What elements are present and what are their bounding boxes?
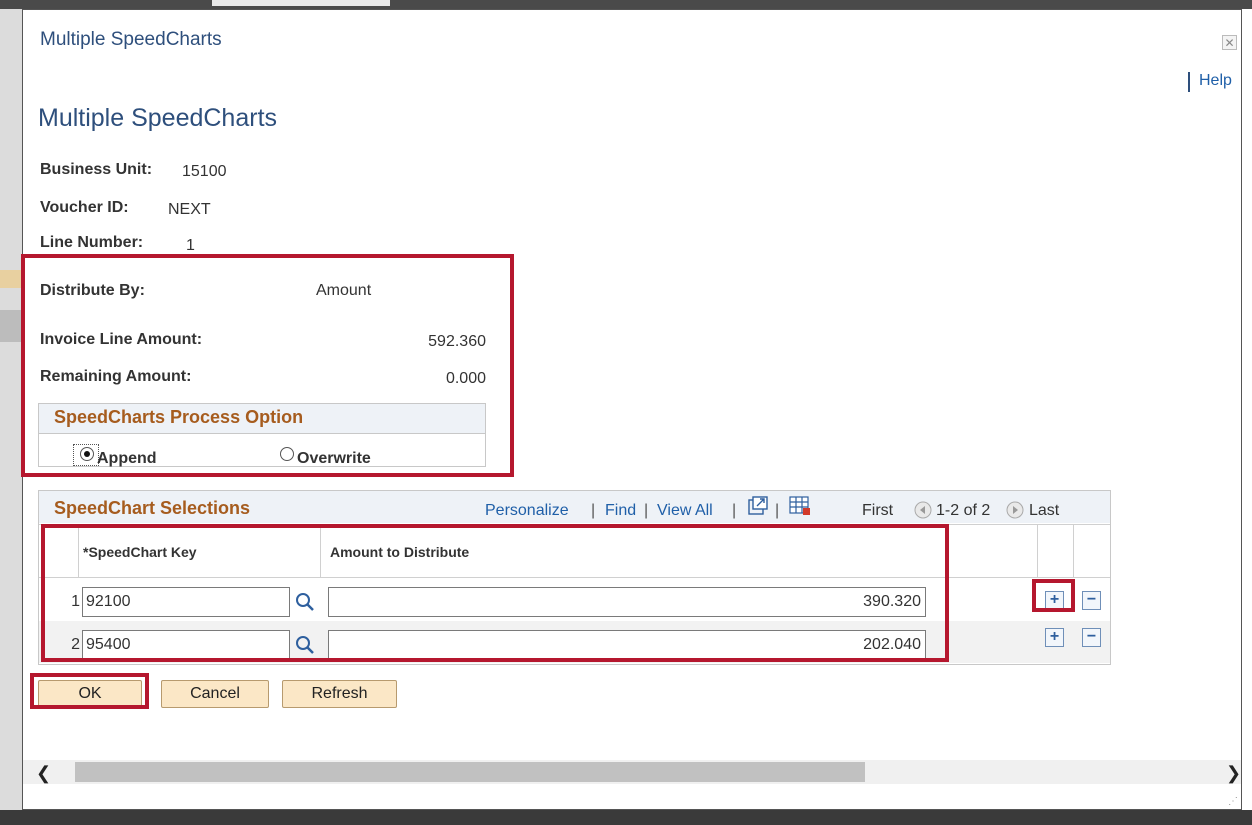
chevron-left-icon[interactable] — [914, 501, 932, 519]
toolbar-separator: | — [775, 502, 780, 519]
annotation-box-grid — [41, 524, 949, 662]
first-label[interactable]: First — [862, 502, 893, 520]
voucher-id-value: NEXT — [168, 201, 211, 218]
personalize-link[interactable]: Personalize — [485, 502, 569, 520]
modal-title: Multiple SpeedCharts — [40, 29, 222, 50]
backdrop-page-bottom — [0, 810, 1252, 825]
find-link[interactable]: Find — [605, 502, 636, 520]
close-icon: ✕ — [1224, 36, 1235, 50]
backdrop-page — [0, 0, 1252, 9]
column-divider — [1073, 525, 1074, 577]
help-separator — [1188, 72, 1190, 92]
close-button[interactable]: ✕ — [1222, 35, 1237, 50]
last-label[interactable]: Last — [1029, 502, 1059, 520]
scroll-right-icon[interactable]: ❯ — [1226, 763, 1241, 784]
chevron-right-icon[interactable] — [1006, 501, 1024, 519]
backdrop-field — [212, 0, 390, 6]
toolbar-separator: | — [644, 502, 649, 519]
line-number-value: 1 — [186, 237, 195, 254]
scroll-left-icon[interactable]: ❮ — [36, 763, 51, 784]
resize-grip-icon[interactable]: ⋰ — [1228, 796, 1238, 807]
page-title: Multiple SpeedCharts — [38, 104, 278, 132]
toolbar-separator: | — [732, 502, 737, 519]
toolbar-separator: | — [591, 502, 596, 519]
business-unit-value: 15100 — [182, 163, 227, 180]
voucher-id-label: Voucher ID: — [40, 199, 129, 216]
view-all-link[interactable]: View All — [657, 502, 713, 520]
backdrop-band — [0, 310, 22, 342]
page-range: 1-2 of 2 — [936, 502, 991, 519]
cancel-button[interactable]: Cancel — [161, 680, 269, 708]
add-row-button[interactable]: + — [1045, 628, 1064, 647]
new-window-icon[interactable] — [748, 496, 768, 516]
business-unit-label: Business Unit: — [40, 161, 153, 178]
refresh-button[interactable]: Refresh — [282, 680, 397, 708]
annotation-box-ok — [30, 673, 149, 709]
backdrop-band — [0, 270, 22, 288]
grid-download-icon[interactable] — [789, 496, 811, 516]
line-number-label: Line Number: — [40, 234, 144, 251]
delete-row-button[interactable]: − — [1082, 591, 1101, 610]
annotation-box-header-info — [21, 254, 514, 477]
delete-row-button[interactable]: − — [1082, 628, 1101, 647]
column-divider — [1037, 525, 1038, 577]
backdrop-left-strip — [0, 9, 22, 825]
scrollbar-thumb[interactable] — [75, 762, 865, 782]
grid-title: SpeedChart Selections — [54, 498, 251, 518]
annotation-box-add-row — [1032, 579, 1075, 612]
help-link[interactable]: Help — [1199, 72, 1232, 90]
